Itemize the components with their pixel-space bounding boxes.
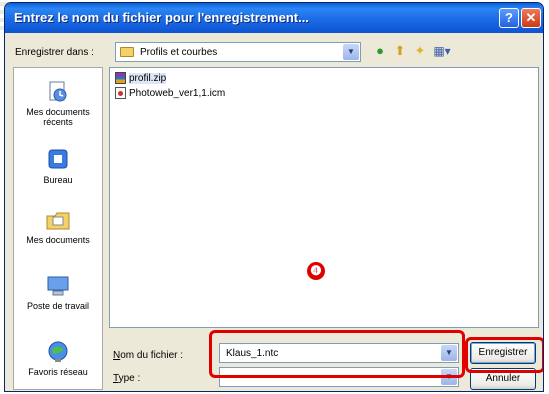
- icm-file-icon: [115, 87, 126, 99]
- file-list[interactable]: profil.zip Photoweb_ver1,1.icm: [109, 67, 539, 328]
- place-my-computer[interactable]: Poste de travail: [14, 274, 102, 311]
- chevron-down-icon[interactable]: ▼: [343, 44, 359, 60]
- views-menu-icon[interactable]: ▦▾: [433, 42, 451, 60]
- list-item[interactable]: profil.zip: [115, 72, 167, 84]
- save-in-folder-select[interactable]: Profils et courbes ▼: [115, 42, 361, 62]
- place-desktop[interactable]: Bureau: [14, 148, 102, 185]
- folder-icon: [120, 47, 134, 57]
- place-label: Bureau: [43, 175, 73, 185]
- save-dialog: Entrez le nom du fichier pour l'enregist…: [4, 2, 544, 392]
- place-label: Mes documents récents: [26, 107, 90, 127]
- close-button[interactable]: ✕: [521, 8, 541, 28]
- current-folder-label: Profils et courbes: [140, 47, 218, 58]
- place-label: Favoris réseau: [28, 367, 88, 377]
- list-item[interactable]: Photoweb_ver1,1.icm: [115, 87, 225, 99]
- place-recent-documents[interactable]: Mes documents récents: [14, 80, 102, 127]
- place-my-documents[interactable]: Mes documents: [14, 208, 102, 245]
- type-label: Type :: [113, 373, 141, 384]
- zip-icon: [115, 72, 126, 84]
- desktop-icon: [48, 149, 68, 169]
- my-computer-icon: [47, 276, 69, 296]
- places-bar: Mes documents récents Bureau Mes documen…: [13, 67, 103, 390]
- network-places-icon: [48, 341, 68, 362]
- file-name: Photoweb_ver1,1.icm: [129, 87, 226, 99]
- new-folder-icon[interactable]: ✦: [411, 42, 429, 60]
- place-label: Mes documents: [26, 235, 90, 245]
- back-icon[interactable]: ●: [371, 42, 389, 60]
- highlight-filename: [209, 330, 465, 378]
- step-badge: ❹: [307, 262, 325, 280]
- title-bar[interactable]: Entrez le nom du fichier pour l'enregist…: [5, 3, 543, 33]
- place-network[interactable]: Favoris réseau: [14, 340, 102, 377]
- dialog-title: Entrez le nom du fichier pour l'enregist…: [14, 10, 309, 25]
- filename-label: Nom du fichier :: [113, 350, 184, 361]
- recent-documents-icon: [49, 81, 67, 102]
- help-button[interactable]: ?: [499, 8, 519, 28]
- place-label: Poste de travail: [26, 301, 90, 311]
- highlight-save: [465, 337, 543, 373]
- file-name: profil.zip: [129, 72, 167, 84]
- save-in-label: Enregistrer dans :: [15, 47, 94, 58]
- up-folder-icon[interactable]: ⬆: [391, 42, 409, 60]
- my-documents-icon: [46, 212, 70, 230]
